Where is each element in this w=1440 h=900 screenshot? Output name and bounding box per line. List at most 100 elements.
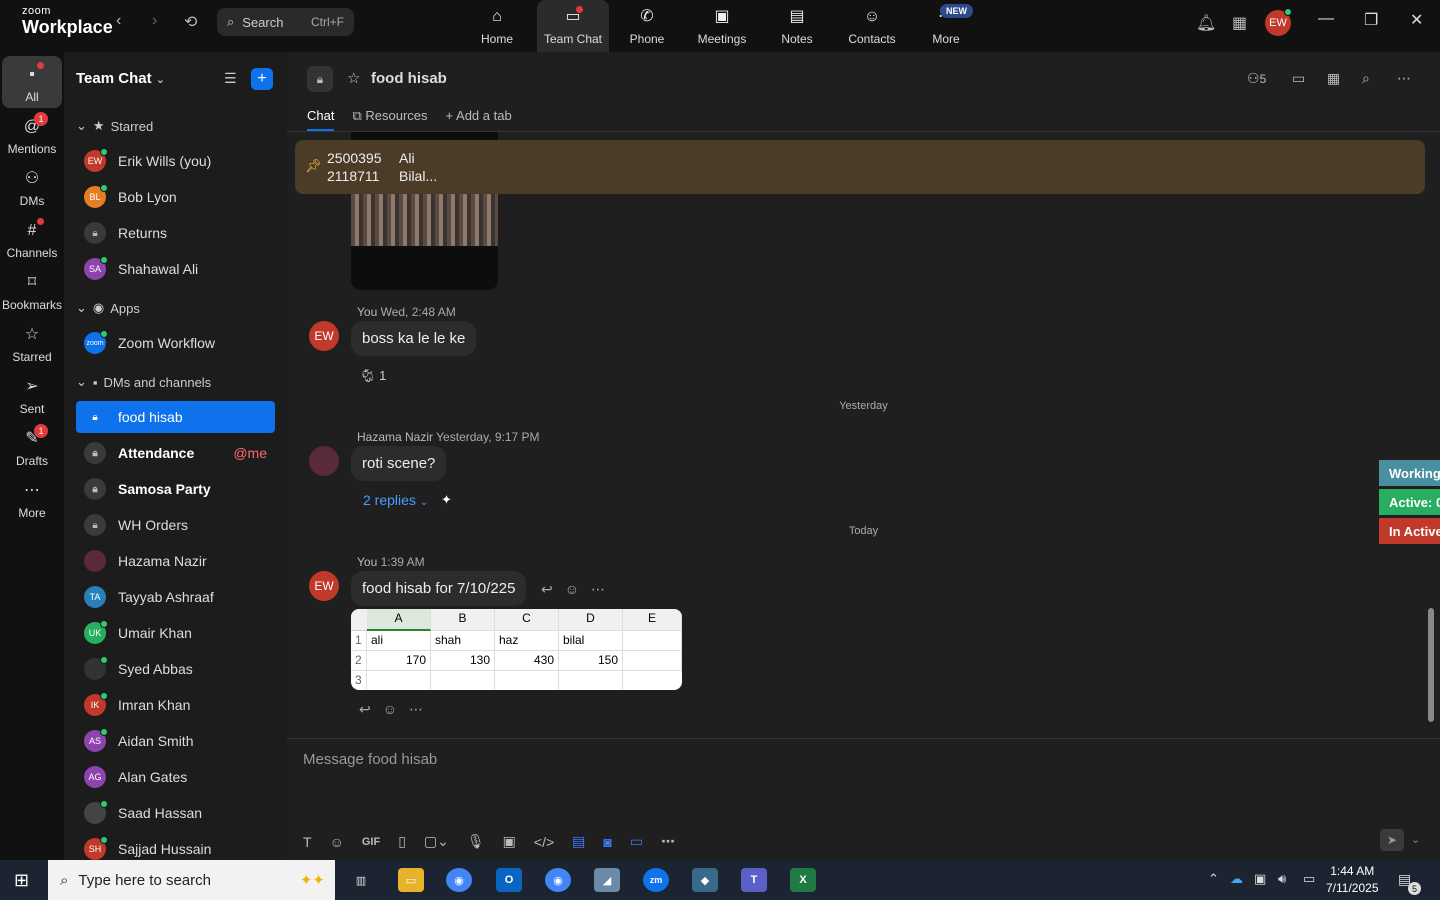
sparkle-icon[interactable]: ✦ xyxy=(441,492,452,508)
reply-icon[interactable]: ↩ xyxy=(541,581,553,598)
gif-button[interactable]: GIF xyxy=(362,836,380,848)
volume-icon[interactable]: 🔊︎ xyxy=(1278,871,1286,887)
sidebar-item-zoom-workflow[interactable]: zoom Zoom Workflow xyxy=(76,327,275,359)
sidebar-item-attendance[interactable]: 🔒︎ Attendance @me xyxy=(76,437,275,469)
sidebar-item-bob[interactable]: BL Bob Lyon xyxy=(76,181,275,213)
nav-contacts[interactable]: ☺ Contacts xyxy=(836,0,908,52)
sidebar-item-samosa-party[interactable]: 🔒︎ Samosa Party xyxy=(76,473,275,505)
nav-phone[interactable]: ✆ Phone xyxy=(611,0,683,52)
taskbar-clock[interactable]: 1:44 AM 7/11/2025 xyxy=(1326,863,1379,897)
sidebar-item-erik[interactable]: EW Erik Wills (you) xyxy=(76,145,275,177)
tab-resources[interactable]: ⧉ Resources xyxy=(352,108,427,131)
video-icon[interactable]: ▭ xyxy=(1292,70,1305,87)
maximize-icon[interactable]: ❐ xyxy=(1364,10,1378,30)
rail-sent[interactable]: ➢ Sent xyxy=(2,368,62,420)
rail-channels[interactable]: # Channels xyxy=(2,212,62,264)
forward-arrow-icon[interactable]: › xyxy=(152,12,157,30)
video-message-icon[interactable]: ▣ xyxy=(503,833,516,850)
new-chat-button[interactable]: + xyxy=(251,68,273,90)
sidebar-item-syed[interactable]: Syed Abbas xyxy=(76,653,275,685)
rail-dms[interactable]: ⚇ DMs xyxy=(2,160,62,212)
section-dms[interactable]: ⌄ ▪ DMs and channels xyxy=(76,374,211,390)
sidebar-item-saad[interactable]: Saad Hassan xyxy=(76,797,275,829)
app-icon-2[interactable]: ◙ xyxy=(603,834,611,850)
chrome-icon[interactable]: ◉ xyxy=(446,868,472,892)
excel-icon[interactable]: X xyxy=(790,868,816,892)
chrome-profile-icon[interactable]: ◉ xyxy=(545,868,571,892)
outlook-icon[interactable]: O xyxy=(496,868,522,892)
star-icon[interactable]: ☆ xyxy=(347,69,360,87)
nav-meetings[interactable]: ▣ Meetings xyxy=(686,0,758,52)
nav-notes[interactable]: ▤ Notes xyxy=(761,0,833,52)
code-icon[interactable]: </> xyxy=(534,834,554,850)
close-icon[interactable]: ✕ xyxy=(1410,10,1423,30)
reaction[interactable]: 🐐︎ 1 xyxy=(359,368,386,384)
rail-more[interactable]: ⋯ More xyxy=(2,472,62,524)
message-input[interactable]: Message food hisab xyxy=(303,751,437,768)
chevron-down-icon[interactable]: ⌄ xyxy=(1411,833,1420,846)
bell-icon[interactable]: 🔔︎ xyxy=(1196,13,1216,33)
emoji-icon[interactable]: ☺ xyxy=(330,834,344,850)
history-icon[interactable]: ⟲ xyxy=(184,12,197,32)
replies-link[interactable]: 2 replies ⌄ xyxy=(363,492,428,508)
rail-bookmarks[interactable]: ⌑ Bookmarks xyxy=(2,264,62,316)
sidebar-item-returns[interactable]: 🔒︎ Returns xyxy=(76,217,275,249)
status-active-badge[interactable]: Active: 0 xyxy=(1379,489,1440,515)
app-icon-1[interactable]: ▤ xyxy=(572,833,585,850)
calendar-gift-icon[interactable]: ▦ xyxy=(1232,13,1247,33)
taskbar-search[interactable]: ⌕ Type here to search ✦✦ xyxy=(48,860,335,900)
sidebar-item-umair[interactable]: UK Umair Khan xyxy=(76,617,275,649)
rail-drafts[interactable]: 1 ✎ Drafts xyxy=(2,420,62,472)
sidebar-item-alan[interactable]: AG Alan Gates xyxy=(76,761,275,793)
task-view-icon[interactable]: ▥ xyxy=(348,868,374,892)
avatar[interactable]: EW xyxy=(309,571,339,601)
back-arrow-icon[interactable]: ‹ xyxy=(116,12,121,30)
sidebar-item-shahawal[interactable]: SA Shahawal Ali xyxy=(76,253,275,285)
text-format-icon[interactable]: T xyxy=(303,834,312,850)
spreadsheet-attachment[interactable]: A B C D E 1 2 3 ali shah haz bilal 170 1… xyxy=(351,609,682,690)
network-icon[interactable]: ▭ xyxy=(1303,871,1315,887)
tab-add[interactable]: + Add a tab xyxy=(446,108,512,131)
onedrive-icon[interactable]: ☁ xyxy=(1230,871,1243,887)
microphone-icon[interactable]: 🎙︎ xyxy=(467,833,485,850)
sidebar-title[interactable]: Team Chat ⌄ xyxy=(76,70,165,87)
filter-icon[interactable]: ☰ xyxy=(224,70,237,87)
windows-start-icon[interactable]: ⊞ xyxy=(14,870,29,891)
search-icon[interactable]: ⌕ xyxy=(1362,70,1370,87)
app-icon[interactable]: ◆ xyxy=(692,868,718,892)
more-options-icon[interactable]: ⋯ xyxy=(661,833,675,850)
channel-title[interactable]: food hisab xyxy=(371,70,447,87)
minimize-icon[interactable]: — xyxy=(1318,10,1334,28)
file-icon[interactable]: ▯ xyxy=(398,833,406,850)
sidebar-item-food-hisab[interactable]: 🔒︎ food hisab xyxy=(76,401,275,433)
section-starred[interactable]: ⌄ ★ Starred xyxy=(76,118,153,134)
more-options-icon[interactable]: ⋯ xyxy=(591,581,605,598)
app-icon-3[interactable]: ▭ xyxy=(630,833,643,850)
status-inactive-badge[interactable]: In Active xyxy=(1379,518,1440,544)
tab-chat[interactable]: Chat xyxy=(307,108,335,131)
nav-team-chat[interactable]: ▭ Team Chat xyxy=(537,0,609,52)
screenshot-icon[interactable]: ▢⌄ xyxy=(424,833,449,850)
zoom-icon[interactable]: zm xyxy=(643,868,669,892)
sidebar-item-wh-orders[interactable]: 🔒︎ WH Orders xyxy=(76,509,275,541)
avatar[interactable] xyxy=(309,446,339,476)
sidebar-item-aidan[interactable]: AS Aidan Smith xyxy=(76,725,275,757)
status-working-badge[interactable]: Working xyxy=(1379,460,1440,486)
rail-starred[interactable]: ☆ Starred xyxy=(2,316,62,368)
search-box[interactable]: ⌕ Search Ctrl+F xyxy=(217,8,354,36)
emoji-icon[interactable]: ☺ xyxy=(383,701,397,718)
app-icon[interactable]: ◢ xyxy=(594,868,620,892)
chevron-up-icon[interactable]: ⌃ xyxy=(1208,871,1219,887)
section-apps[interactable]: ⌄ ◉ Apps xyxy=(76,300,140,316)
chat-scrollbar[interactable] xyxy=(1428,608,1434,722)
rail-all[interactable]: ▪ All xyxy=(2,56,62,108)
security-icon[interactable]: ▣ xyxy=(1254,871,1266,887)
more-options-icon[interactable]: ⋯ xyxy=(1397,70,1411,87)
file-explorer-icon[interactable]: ▭ xyxy=(398,868,424,892)
sidebar-item-hazama[interactable]: Hazama Nazir xyxy=(76,545,275,577)
sidebar-item-tayyab[interactable]: TA Tayyab Ashraaf xyxy=(76,581,275,613)
send-button[interactable]: ➤ xyxy=(1380,829,1404,851)
calendar-icon[interactable]: ▦ xyxy=(1327,70,1340,87)
teams-icon[interactable]: T xyxy=(741,868,767,892)
more-options-icon[interactable]: ⋯ xyxy=(409,701,423,718)
